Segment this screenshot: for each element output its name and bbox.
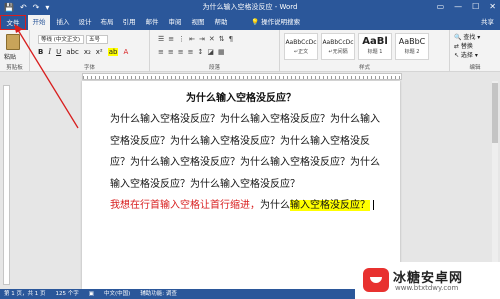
font-size-select[interactable]: 五号 xyxy=(86,35,108,44)
justify-icon[interactable]: ≡ xyxy=(188,48,194,56)
style-heading-1[interactable]: AaBl 标题 1 xyxy=(358,33,392,60)
style-sample: AaBbC xyxy=(398,37,426,46)
minimize-icon[interactable]: — xyxy=(454,1,462,13)
vertical-ruler[interactable] xyxy=(3,85,10,285)
editing-group: 🔍 查找 ▾ ⇄ 替换 ↖ 选择 ▾ 编辑 xyxy=(450,30,500,72)
tab-view[interactable]: 视图 xyxy=(189,15,207,30)
align-right-icon[interactable]: ≡ xyxy=(178,48,184,56)
editing-list: 🔍 查找 ▾ ⇄ 替换 ↖ 选择 ▾ xyxy=(454,33,480,60)
italic-icon[interactable]: I xyxy=(48,48,51,56)
strikethrough-icon[interactable]: abc xyxy=(66,48,79,56)
tab-help[interactable]: 帮助 xyxy=(212,15,230,30)
increase-indent-icon[interactable]: ⇥ xyxy=(199,35,205,43)
clipboard-group-label: 剪贴板 xyxy=(6,65,23,71)
font-format-row: B I U abc x₂ x² ab A xyxy=(38,48,128,56)
document-body[interactable]: 为什么输入空格没反应？为什么输入空格没反应？为什么输入空格没反应？为什么输入空格… xyxy=(110,109,386,217)
font-group-label: 字体 xyxy=(83,65,95,71)
tab-review[interactable]: 审阅 xyxy=(166,15,184,30)
paragraph-row-1: ☰ ≡ ⋮ ⇤ ⇥ ✕ ⇅ ¶ xyxy=(158,35,233,43)
style-sample: AaBl xyxy=(362,36,388,47)
share-button[interactable]: 共享 xyxy=(481,15,494,30)
tab-insert[interactable]: 插入 xyxy=(54,15,72,30)
tell-me-search[interactable]: 💡 操作说明搜索 xyxy=(251,15,300,30)
multilevel-list-icon[interactable]: ⋮ xyxy=(178,35,185,43)
proofing-icon[interactable]: ▣ xyxy=(89,289,94,299)
text-cursor xyxy=(373,200,374,210)
page-count[interactable]: 第 1 页，共 1 页 xyxy=(4,289,46,299)
tab-home[interactable]: 开始 xyxy=(28,15,50,30)
window-controls: ▭ — ☐ ✕ xyxy=(437,1,496,13)
borders-icon[interactable]: ▦ xyxy=(218,48,225,56)
paragraph-row-2: ≡ ≡ ≡ ≡ ↕ ◪ ▦ xyxy=(158,48,225,56)
chinese-layout-icon[interactable]: ✕ xyxy=(209,35,215,43)
shading-icon[interactable]: ◪ xyxy=(207,48,214,56)
brand-logo-icon xyxy=(363,268,389,292)
paragraph-2-highlight: 输入空格没反应？ xyxy=(290,200,370,211)
style-sample: AaBbCcDc xyxy=(322,39,354,46)
brand-watermark: 冰糖安卓网 www.btxtdwy.com xyxy=(355,262,500,299)
style-normal[interactable]: AaBbCcDc ↵正文 xyxy=(284,33,318,60)
font-name-select[interactable]: 等线 (中文正文) xyxy=(38,35,84,44)
scrollbar-thumb[interactable] xyxy=(492,83,498,143)
tab-design[interactable]: 设计 xyxy=(76,15,94,30)
style-no-spacing[interactable]: AaBbCcDc ↵无间隔 xyxy=(321,33,355,60)
ribbon-tab-bar: 文件 开始 插入 设计 布局 引用 邮件 审阅 视图 帮助 💡 操作说明搜索 共… xyxy=(0,15,500,30)
window-title: 为什么输入空格没反应 - Word xyxy=(202,3,298,11)
maximize-icon[interactable]: ☐ xyxy=(472,1,479,13)
find-button[interactable]: 🔍 查找 ▾ xyxy=(454,33,480,42)
document-page[interactable]: 为什么输入空格没反应？ 为什么输入空格没反应？为什么输入空格没反应？为什么输入空… xyxy=(82,81,400,289)
select-button[interactable]: ↖ 选择 ▾ xyxy=(454,51,480,60)
paragraph-1: 为什么输入空格没反应？为什么输入空格没反应？为什么输入空格没反应？为什么输入空格… xyxy=(110,114,380,190)
status-left: 第 1 页，共 1 页 125 个字 ▣ 中文(中国) 辅助功能: 调查 xyxy=(4,289,177,299)
line-spacing-icon[interactable]: ↕ xyxy=(198,48,204,56)
paste-icon[interactable] xyxy=(6,34,20,50)
paragraph-group: ☰ ≡ ⋮ ⇤ ⇥ ✕ ⇅ ¶ ≡ ≡ ≡ ≡ ↕ ◪ ▦ 段落 xyxy=(150,30,280,72)
clipboard-group: 粘贴 剪贴板 xyxy=(0,30,30,72)
paragraph-group-label: 段落 xyxy=(208,65,220,71)
word-count[interactable]: 125 个字 xyxy=(56,289,79,299)
ribbon-display-icon[interactable]: ▭ xyxy=(437,1,445,13)
horizontal-ruler[interactable] xyxy=(82,73,402,80)
superscript-icon[interactable]: x² xyxy=(96,48,103,56)
style-heading-2[interactable]: AaBbC 标题 2 xyxy=(395,33,429,60)
style-name: ↵正文 xyxy=(293,49,309,55)
sort-icon[interactable]: ⇅ xyxy=(219,35,225,43)
paragraph-2-red: 我想在行首输入空格让首行缩进， xyxy=(110,200,260,211)
accessibility-status[interactable]: 辅助功能: 调查 xyxy=(140,289,177,299)
ribbon: 粘贴 剪贴板 等线 (中文正文) 五号 B I U abc x₂ x² ab A… xyxy=(0,30,500,72)
bullets-icon[interactable]: ☰ xyxy=(158,35,164,43)
styles-group-label: 样式 xyxy=(358,65,370,71)
paragraph-2-normal: 为什么 xyxy=(260,200,290,211)
language[interactable]: 中文(中国) xyxy=(104,289,130,299)
decrease-indent-icon[interactable]: ⇤ xyxy=(189,35,195,43)
highlight-icon[interactable]: ab xyxy=(107,48,119,56)
document-title: 为什么输入空格没反应？ xyxy=(186,93,296,104)
font-group: 等线 (中文正文) 五号 B I U abc x₂ x² ab A 字体 xyxy=(30,30,150,72)
subscript-icon[interactable]: x₂ xyxy=(84,48,91,56)
underline-icon[interactable]: U xyxy=(56,48,61,56)
tab-mailings[interactable]: 邮件 xyxy=(143,15,161,30)
tab-references[interactable]: 引用 xyxy=(120,15,138,30)
tab-layout[interactable]: 布局 xyxy=(98,15,116,30)
font-color-icon[interactable]: A xyxy=(123,48,128,56)
editing-group-label: 编辑 xyxy=(469,65,481,71)
replace-button[interactable]: ⇄ 替换 xyxy=(454,42,480,51)
align-left-icon[interactable]: ≡ xyxy=(158,48,164,56)
numbering-icon[interactable]: ≡ xyxy=(168,35,174,43)
show-marks-icon[interactable]: ¶ xyxy=(229,35,233,43)
title-bar: 💾 ↶ ↷ ▾ 为什么输入空格没反应 - Word ▭ — ☐ ✕ xyxy=(0,0,500,15)
style-name: ↵无间隔 xyxy=(328,49,348,55)
tab-file[interactable]: 文件 xyxy=(0,15,26,30)
styles-group: AaBbCcDc ↵正文 AaBbCcDc ↵无间隔 AaBl 标题 1 AaB… xyxy=(280,30,450,72)
style-name: 标题 1 xyxy=(367,49,383,55)
style-name: 标题 2 xyxy=(404,49,420,55)
close-icon[interactable]: ✕ xyxy=(489,1,496,13)
style-sample: AaBbCcDc xyxy=(285,39,317,46)
bold-icon[interactable]: B xyxy=(38,48,43,56)
brand-url: www.btxtdwy.com xyxy=(395,284,459,292)
align-center-icon[interactable]: ≡ xyxy=(168,48,174,56)
paste-button[interactable]: 粘贴 xyxy=(4,52,16,61)
